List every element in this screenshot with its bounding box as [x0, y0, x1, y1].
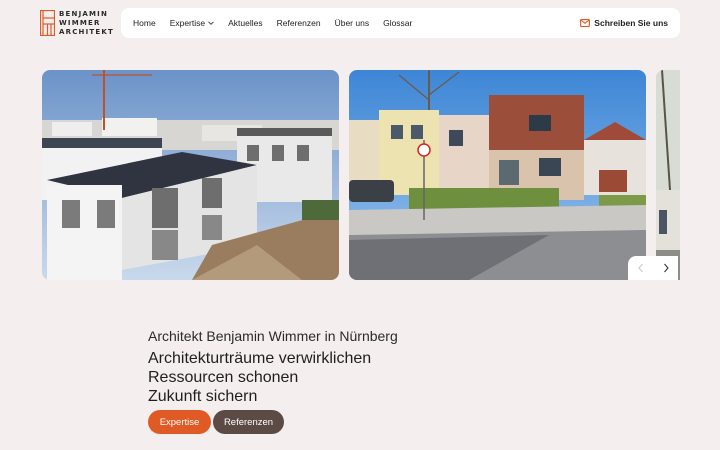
- expertise-button[interactable]: Expertise: [148, 410, 211, 434]
- carousel-slide-next-partial[interactable]: [656, 70, 680, 280]
- carousel-slide-street-houses[interactable]: [349, 70, 646, 280]
- logo-line-2: WIMMER: [59, 19, 101, 27]
- nav-referenzen[interactable]: Referenzen: [277, 18, 321, 28]
- hero-headline-1: Architekturträume verwirklichen: [148, 350, 372, 367]
- carousel-controls: [628, 256, 678, 280]
- nav-expertise[interactable]: Expertise: [170, 18, 214, 28]
- logo-mark-icon: [40, 10, 55, 36]
- hero-headline-2: Ressourcen schonen: [148, 369, 299, 386]
- mail-icon: [580, 19, 591, 27]
- nav-home[interactable]: Home: [133, 18, 156, 28]
- hero-headline-3: Zukunft sichern: [148, 388, 258, 405]
- partial-next-photo: [656, 70, 680, 280]
- carousel-next-button[interactable]: [653, 256, 678, 280]
- nav-aktuelles[interactable]: Aktuelles: [228, 18, 263, 28]
- carousel-prev-button[interactable]: [628, 256, 653, 280]
- nav-glossar[interactable]: Glossar: [383, 18, 412, 28]
- hero-buttons: Expertise Referenzen: [148, 410, 286, 434]
- logo-line-3: ARCHITEKT: [59, 28, 114, 36]
- chevron-down-icon: [208, 21, 214, 25]
- hero-subtitle: Architekt Benjamin Wimmer in Nürnberg: [148, 328, 398, 344]
- chevron-left-icon: [637, 263, 643, 273]
- contact-button[interactable]: Schreiben Sie uns: [580, 18, 668, 28]
- hero-section: Architekt Benjamin Wimmer in Nürnberg Ar…: [148, 328, 398, 406]
- chevron-right-icon: [663, 263, 669, 273]
- main-navigation: Home Expertise Aktuelles Referenzen Über…: [121, 8, 680, 38]
- modern-housing-photo: [42, 70, 339, 280]
- logo[interactable]: BENJAMIN WIMMER ARCHITEKT: [40, 10, 114, 37]
- logo-line-1: BENJAMIN: [59, 10, 109, 18]
- nav-expertise-label: Expertise: [169, 18, 206, 28]
- street-houses-photo: [349, 70, 646, 280]
- referenzen-button[interactable]: Referenzen: [213, 410, 284, 434]
- nav-ueber-uns[interactable]: Über uns: [335, 18, 370, 28]
- carousel-slide-modern-housing[interactable]: [42, 70, 339, 280]
- logo-text: BENJAMIN WIMMER ARCHITEKT: [59, 10, 114, 37]
- contact-button-label: Schreiben Sie uns: [594, 18, 668, 28]
